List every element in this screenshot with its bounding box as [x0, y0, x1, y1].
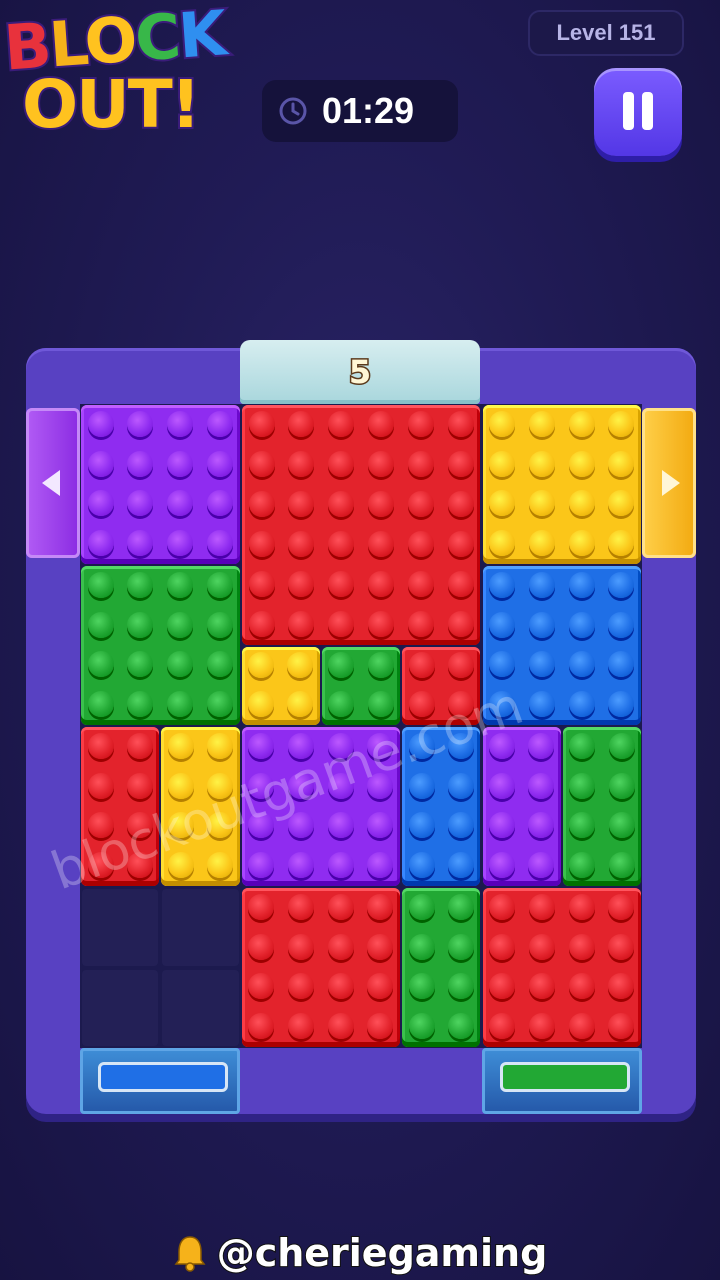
footer: @cheriegaming	[0, 1228, 720, 1278]
watermark: blockoutgame.com	[44, 676, 531, 902]
watermark-text: blockoutgame.com	[44, 676, 531, 902]
bell-icon	[174, 1236, 206, 1272]
footer-handle: @cheriegaming	[216, 1230, 549, 1276]
